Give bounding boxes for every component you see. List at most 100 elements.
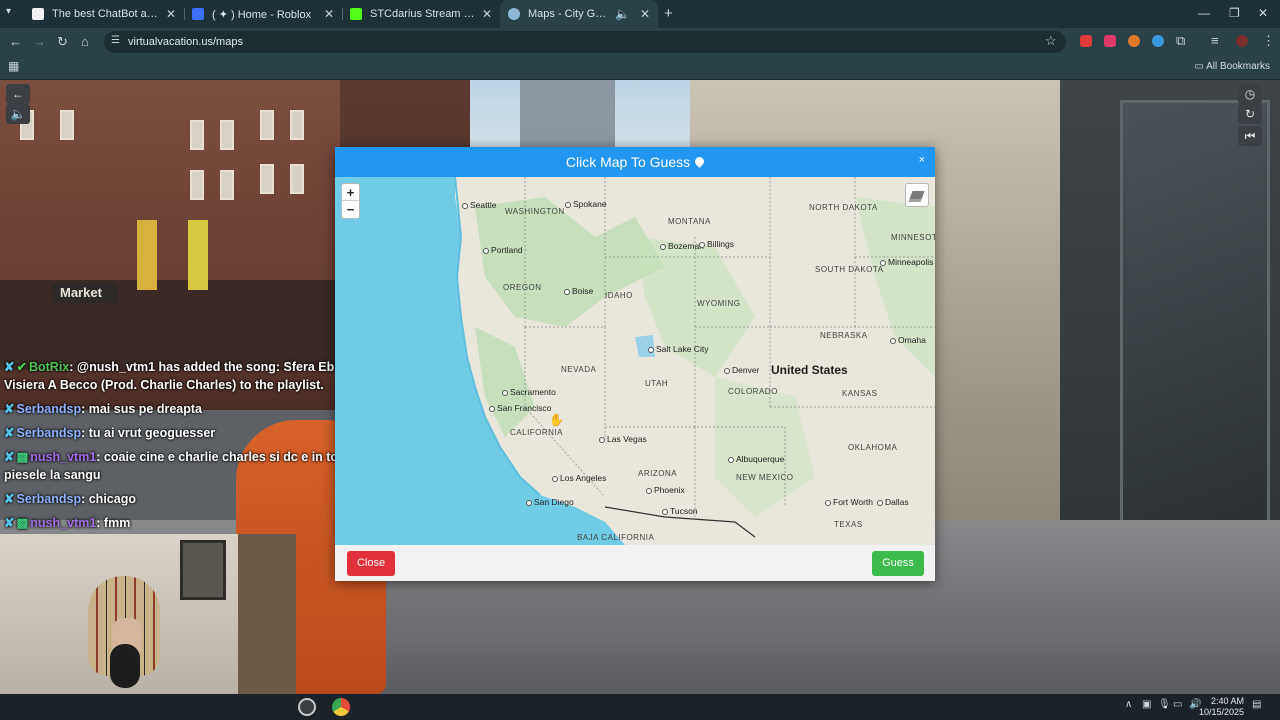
wall-picture-frame: [180, 540, 226, 600]
subscriber-badge-icon: ▩: [16, 516, 29, 530]
window: [260, 164, 274, 194]
clock-time: 2:40 AM: [1210, 696, 1244, 706]
taskbar: [0, 694, 1280, 720]
chatbot-favicon-icon: [32, 8, 44, 20]
new-tab-icon[interactable]: +: [664, 5, 673, 22]
modal-close-icon[interactable]: ×: [919, 154, 925, 166]
state-label: KANSAS: [842, 389, 878, 398]
city-label: Denver: [724, 365, 759, 375]
city-label: Seattle: [462, 200, 496, 210]
state-label: WASHINGTON: [505, 207, 565, 216]
address-bar[interactable]: [104, 31, 1066, 53]
chat-username: nush_vtm1: [30, 516, 97, 530]
close-window-icon[interactable]: ✕: [1258, 6, 1268, 20]
sword-badge-icon: ✘: [4, 492, 15, 506]
city-label: Sacramento: [502, 387, 556, 397]
profile-avatar[interactable]: [1236, 35, 1248, 47]
city-label: San Francisco: [489, 403, 551, 413]
zoom-out-button[interactable]: −: [342, 201, 359, 218]
back-arrow-icon[interactable]: ←: [6, 84, 30, 104]
extension-blue-icon[interactable]: [1152, 35, 1164, 47]
back-icon[interactable]: ←: [9, 34, 22, 49]
state-label: MONTANA: [668, 217, 711, 226]
window: [220, 170, 234, 200]
tab-kick-stream[interactable]: STCdarius Stream - Watch Live ✕: [342, 0, 500, 28]
url-text[interactable]: virtualvacation.us/maps: [128, 36, 243, 48]
city-label: Albuquerque: [728, 454, 784, 464]
layers-icon[interactable]: [905, 183, 929, 207]
guess-button[interactable]: Guess: [872, 551, 924, 576]
speaker-icon[interactable]: 🔈: [615, 7, 630, 21]
home-icon[interactable]: ⌂: [81, 34, 89, 49]
zoom-in-button[interactable]: +: [342, 184, 359, 201]
forward-icon[interactable]: →: [33, 34, 46, 49]
microphone: [110, 644, 140, 688]
timer-icon[interactable]: ◷: [1238, 84, 1262, 104]
city-label: Spokane: [565, 199, 607, 209]
tab-title: STCdarius Stream - Watch Live: [370, 8, 476, 20]
close-tab-icon[interactable]: ✕: [640, 7, 650, 21]
chat-username: Serbandsp: [16, 492, 82, 506]
media-control-icon[interactable]: ≡: [1211, 33, 1219, 48]
state-label: OKLAHOMA: [848, 443, 898, 452]
bookmark-star-icon[interactable]: ☆: [1045, 33, 1057, 49]
tray-overflow-icon[interactable]: ∧: [1125, 699, 1132, 710]
close-tab-icon[interactable]: ✕: [166, 7, 176, 21]
site-info-icon[interactable]: ☰: [111, 35, 120, 46]
tray-device-icon[interactable]: ▣: [1142, 699, 1151, 710]
chat-username: Serbandsp: [16, 402, 82, 416]
reload-icon[interactable]: ↻: [57, 34, 68, 50]
chat-username: nush_vtm1: [30, 450, 97, 464]
city-label: Phoenix: [646, 485, 685, 495]
return-start-icon[interactable]: ⏮: [1238, 126, 1262, 146]
refresh-location-icon[interactable]: ↻: [1238, 104, 1262, 124]
city-label: Portland: [483, 245, 523, 255]
sound-icon[interactable]: 🔈: [6, 104, 30, 124]
tab-title: The best ChatBot and Widg: [52, 8, 160, 20]
extension-shield-icon[interactable]: [1080, 35, 1092, 47]
kick-favicon-icon: [350, 8, 362, 20]
notifications-icon[interactable]: ▤: [1252, 699, 1261, 710]
zoom-control: + −: [341, 183, 360, 219]
state-label: NEW MEXICO: [736, 473, 794, 482]
extensions-puzzle-icon[interactable]: ⧉: [1176, 33, 1185, 49]
restore-icon[interactable]: ❐: [1229, 6, 1240, 20]
tab-search-icon[interactable]: ▾: [6, 6, 11, 17]
extension-orange-icon[interactable]: [1128, 35, 1140, 47]
chat-username: Serbandsp: [16, 426, 82, 440]
close-button[interactable]: Close: [347, 551, 395, 576]
guess-map[interactable]: WASHINGTON MONTANA NORTH DAKOTA MINNESOT…: [335, 177, 935, 545]
city-label: Minneapolis: [880, 257, 933, 267]
modal-header: Click Map To Guess: [335, 147, 935, 177]
state-label: COLORADO: [728, 387, 778, 396]
obs-app-icon[interactable]: [298, 698, 316, 716]
chat-text: : chicago: [81, 492, 136, 506]
city-label: San Diego: [526, 497, 574, 507]
tab-title: ( ✦ ) Home - Roblox: [212, 8, 312, 21]
shopfront: [0, 280, 340, 370]
window: [220, 120, 234, 150]
system-clock[interactable]: 2:40 AM 10/15/2025: [1199, 696, 1244, 718]
tab-chatbot[interactable]: The best ChatBot and Widg ✕: [24, 0, 184, 28]
menu-kebab-icon[interactable]: ⋮: [1262, 33, 1275, 49]
apps-grid-icon[interactable]: ▦: [8, 59, 19, 73]
network-icon[interactable]: ▭: [1173, 699, 1182, 710]
close-tab-icon[interactable]: ✕: [324, 7, 334, 21]
extension-badge-icon[interactable]: [1104, 35, 1116, 47]
subscriber-badge-icon: ▩: [16, 450, 29, 464]
tab-roblox[interactable]: ( ✦ ) Home - Roblox ✕: [184, 0, 342, 28]
minimize-icon[interactable]: —: [1198, 6, 1210, 20]
city-label: Billings: [699, 239, 734, 249]
chrome-app-icon[interactable]: [332, 698, 350, 716]
sword-badge-icon: ✘: [4, 516, 15, 530]
close-tab-icon[interactable]: ✕: [482, 7, 492, 21]
tab-city-guesser[interactable]: Maps - City Guesser 🔈 ✕: [500, 0, 658, 28]
microphone-icon[interactable]: 🎙: [1158, 699, 1171, 710]
window: [260, 110, 274, 140]
city-label: Salt Lake City: [648, 344, 708, 354]
land-mass: [454, 177, 935, 545]
window: [290, 164, 304, 194]
sword-badge-icon: ✘: [4, 402, 15, 416]
hand-cursor-icon: ✋: [549, 413, 564, 427]
all-bookmarks-button[interactable]: ▭ All Bookmarks: [1194, 61, 1270, 72]
